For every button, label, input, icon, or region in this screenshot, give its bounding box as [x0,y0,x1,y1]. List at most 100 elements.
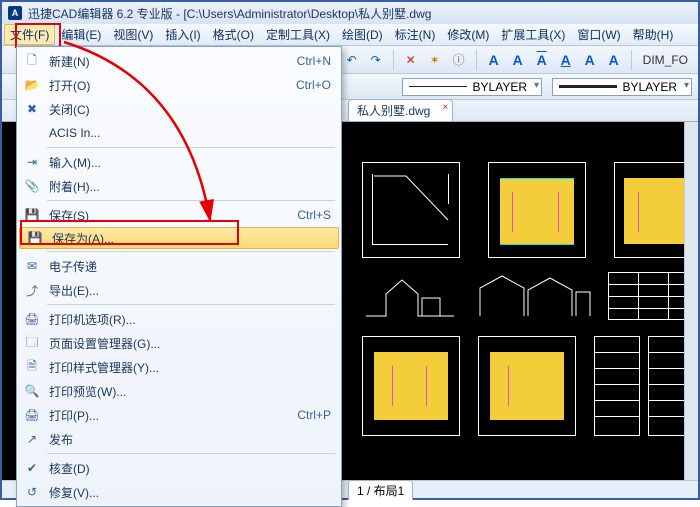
menu-item-icon: ↺ [21,485,43,499]
doc-tab[interactable]: 私人别墅.dwg × [348,99,453,121]
menu-modify[interactable]: 修改(M) [441,24,495,45]
file-menu-item[interactable]: ↗发布 [17,427,341,451]
menu-item-shortcut: Ctrl+S [297,208,331,222]
menu-ext-tools[interactable]: 扩展工具(X) [495,24,571,45]
lineweight-line-preview [559,85,617,88]
menu-item-label: 电子传递 [43,258,331,275]
linetype-label-1: BYLAYER [473,80,527,94]
linetype-dropdown-1[interactable]: BYLAYER [402,78,542,96]
vertical-scrollbar[interactable] [684,122,698,480]
menu-item-label: 发布 [43,431,331,448]
menu-bar: 文件(F) 编辑(E) 视图(V) 插入(I) 格式(O) 定制工具(X) 绘图… [2,24,698,46]
menu-separator [47,147,335,148]
file-menu-item[interactable]: 🗎打印样式管理器(Y)... [17,355,341,379]
file-menu-item[interactable]: 💾保存(S)Ctrl+S [17,203,341,227]
file-menu-item[interactable]: ↺修复(V)... [17,480,341,504]
menu-custom-tools[interactable]: 定制工具(X) [260,24,336,45]
menu-item-label: 关闭(C) [43,101,331,118]
menu-item-label: 核查(D) [43,460,331,477]
file-menu-item[interactable]: 🔍打印预览(W)... [17,379,341,403]
menu-item-label: 附着(H)... [43,178,331,195]
file-menu-item[interactable]: 🖨打印(P)...Ctrl+P [17,403,341,427]
menu-window[interactable]: 窗口(W) [571,24,626,45]
menu-draw[interactable]: 绘图(D) [336,24,389,45]
linetype-label-2: BYLAYER [623,80,677,94]
menu-item-label: 打印预览(W)... [43,383,331,400]
menu-item-shortcut: Ctrl+P [297,408,331,422]
menu-item-icon: 🔍 [21,384,43,398]
menu-item-label: 导出(E)... [43,282,331,299]
menu-item-icon: 📎 [21,179,43,193]
spark-icon[interactable]: ✶ [425,50,445,70]
textstyle-a-3[interactable]: A [532,52,552,68]
menu-item-icon: 💾 [24,231,46,245]
menu-item-label: 新建(N) [43,53,297,70]
menu-item-icon: 🗔 [21,333,43,354]
file-menu-item[interactable]: ✖关闭(C) [17,97,341,121]
menu-item-icon: ⤴ [21,282,43,299]
file-menu-item[interactable]: 💾保存为(A)... [19,227,339,249]
textstyle-a-4[interactable]: A [556,52,576,68]
menu-item-label: ACIS In... [43,126,331,140]
layout-tab[interactable]: 1 / 布局1 [348,480,413,500]
title-bar: A 迅捷CAD编辑器 6.2 专业版 - [C:\Users\Administr… [2,2,698,24]
file-menu-item[interactable]: ✔核查(D) [17,456,341,480]
close-tab-icon[interactable]: × [443,102,449,113]
menu-item-icon: 🗎 [21,357,43,378]
menu-item-icon: 💾 [21,208,43,222]
menu-dim[interactable]: 标注(N) [389,24,442,45]
menu-item-label: 打印(P)... [43,407,297,424]
toolbar-separator [631,50,632,70]
file-menu-item[interactable]: ✉电子传递 [17,254,341,278]
delete-icon[interactable]: ✕ [401,50,421,70]
menu-item-label: 打印机选项(R)... [43,311,331,328]
toolbar-separator [393,50,394,70]
textstyle-a-2[interactable]: A [508,52,528,68]
file-menu-item[interactable]: 🗋新建(N)Ctrl+N [17,49,341,73]
menu-view[interactable]: 视图(V) [107,24,159,45]
file-menu-item[interactable]: 🗔页面设置管理器(G)... [17,331,341,355]
textstyle-a-5[interactable]: A [580,52,600,68]
menu-item-icon: ⇥ [21,155,43,169]
menu-item-icon: 🖨 [21,408,43,422]
file-menu-item[interactable]: 🖨打印机选项(R)... [17,307,341,331]
menu-item-icon: 🗋 [21,51,43,72]
menu-item-shortcut: Ctrl+N [297,54,331,68]
menu-separator [47,304,335,305]
toolbar-separator [476,50,477,70]
menu-item-icon: ✉ [21,259,43,273]
menu-file[interactable]: 文件(F) [4,24,55,45]
menu-separator [47,453,335,454]
menu-item-icon: ↗ [21,432,43,446]
app-icon: A [8,6,22,20]
menu-item-icon: ✖ [21,102,43,116]
menu-format[interactable]: 格式(O) [207,24,260,45]
linetype-dropdown-2[interactable]: BYLAYER [552,78,692,96]
menu-item-label: 修复(V)... [43,484,331,501]
menu-item-label: 保存为(A)... [46,230,328,247]
file-menu-item[interactable]: 📎附着(H)... [17,174,341,198]
menu-item-label: 输入(M)... [43,154,331,171]
file-menu-item[interactable]: ACIS In... [17,121,341,145]
file-menu-item[interactable]: ⤴导出(E)... [17,278,341,302]
menu-item-label: 保存(S) [43,207,297,224]
textstyle-a-1[interactable]: A [484,52,504,68]
menu-item-label: 页面设置管理器(G)... [43,335,331,352]
dim-style-label: DIM_FO [639,53,692,67]
menu-item-label: 打印样式管理器(Y)... [43,359,331,376]
redo-icon[interactable]: ↷ [366,50,386,70]
linetype-line-preview [409,86,467,87]
file-menu-item[interactable]: ⇥输入(M)... [17,150,341,174]
file-menu-item[interactable]: 📂打开(O)Ctrl+O [17,73,341,97]
info-icon[interactable]: ⓘ [449,50,469,70]
menu-item-icon: 📂 [21,78,43,92]
menu-edit[interactable]: 编辑(E) [55,24,107,45]
title-text: 迅捷CAD编辑器 6.2 专业版 - [C:\Users\Administrat… [28,5,431,22]
menu-insert[interactable]: 插入(I) [159,24,206,45]
textstyle-a-6[interactable]: A [604,52,624,68]
menu-item-label: 打开(O) [43,77,296,94]
menu-help[interactable]: 帮助(H) [627,24,680,45]
menu-separator [47,251,335,252]
doc-tab-label: 私人别墅.dwg [357,104,430,118]
undo-icon[interactable]: ↶ [342,50,362,70]
